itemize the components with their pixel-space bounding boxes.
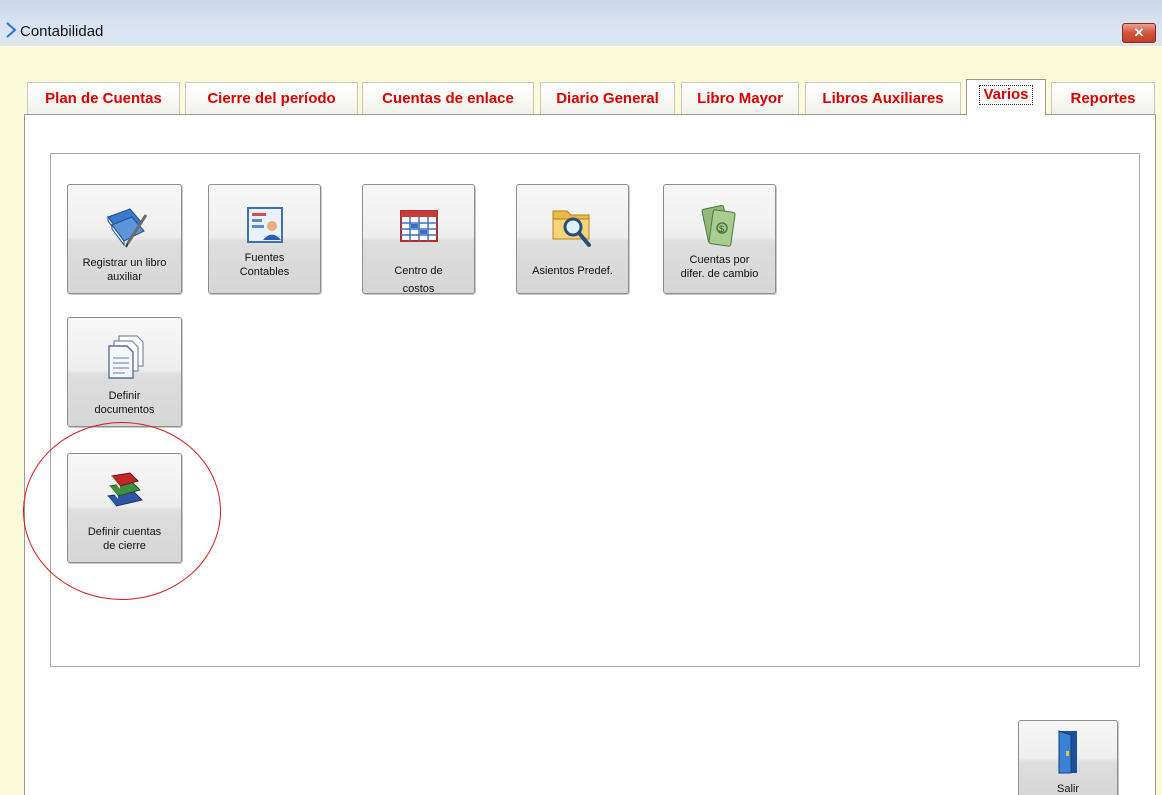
folder-search-icon [552,210,591,247]
tab-libro-mayor[interactable]: Libro Mayor [681,82,799,114]
tab-label: Plan de Cuentas [45,90,162,107]
definir-documentos-button[interactable]: Definir documentos [67,317,182,427]
title-bar: Contabilidad ✕ [0,0,1162,46]
button-label-line1: Centro de [394,265,443,277]
tab-label: Cuentas de enlace [382,90,514,107]
form-user-icon [246,207,283,243]
button-label: Salir [1056,783,1079,795]
button-label-line1: Cuentas por [689,254,750,266]
fuentes-contables-button[interactable]: Fuentes Contables [208,184,321,294]
tab-varios[interactable]: Varios [966,79,1046,115]
tab-cierre-del-periodo[interactable]: Cierre del período [185,82,358,114]
button-label-line1: Fuentes [244,252,285,264]
tab-diario-general[interactable]: Diario General [540,82,675,114]
button-label-line1: Registrar un libro [82,257,167,269]
button-label-line2: difer. de cambio [680,268,759,280]
tab-label: Varios [979,84,1033,105]
highlight-circle-annotation [23,422,221,600]
tab-label: Libros Auxiliares [822,90,944,107]
window-title: Contabilidad [20,23,104,40]
button-label-line2: documentos [94,404,155,416]
door-exit-icon [1058,730,1077,774]
centro-de-costos-button[interactable]: Centro de costos [362,184,475,294]
button-label-line2: auxiliar [107,271,142,283]
salir-button[interactable]: Salir [1018,720,1118,795]
books-pen-icon [106,208,147,248]
asientos-predef-button[interactable]: Asientos Predef. [516,184,629,294]
tab-label: Reportes [1070,90,1136,107]
cuentas-difer-cambio-button[interactable]: $ Cuentas por difer. de cambio [663,184,776,294]
tab-reportes[interactable]: Reportes [1051,82,1155,114]
tab-plan-de-cuentas[interactable]: Plan de Cuentas [27,82,180,114]
table-grid-icon [399,210,438,242]
tab-label: Libro Mayor [697,90,783,107]
tab-label: Diario General [556,90,659,107]
money-icon: $ [701,204,736,247]
button-label-line1: Definir [108,390,141,402]
tab-cuentas-de-enlace[interactable]: Cuentas de enlace [362,82,534,114]
documents-icon [107,335,144,379]
button-label-line2: costos [402,283,435,294]
tab-label: Cierre del período [207,90,336,107]
close-button[interactable]: ✕ [1122,23,1156,43]
button-label-line2: Contables [239,266,290,278]
svg-text:$: $ [719,224,724,234]
button-label-line1: Asientos Predef. [532,265,613,277]
registrar-libro-auxiliar-button[interactable]: Registrar un libro auxiliar [67,184,182,294]
tab-libros-auxiliares[interactable]: Libros Auxiliares [805,82,961,114]
app-icon [6,22,17,38]
